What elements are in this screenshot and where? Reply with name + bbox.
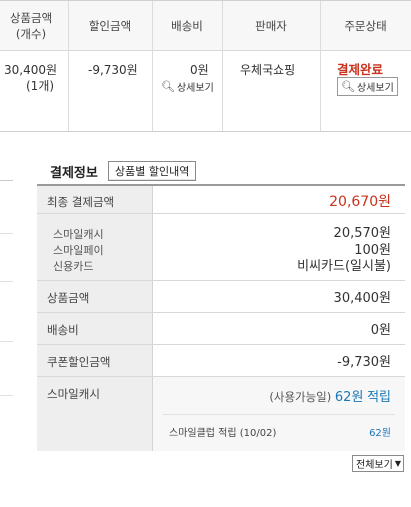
method-value: 비씨카드(일시불)	[297, 259, 391, 274]
header-product-amount: 상품금액 (개수)	[0, 1, 68, 51]
row-divider	[37, 344, 405, 345]
discount-detail-button[interactable]: 상품별 할인내역	[108, 161, 197, 181]
divider	[0, 233, 13, 234]
shipping-value: 0원	[370, 323, 391, 338]
product-amount-label: 상품금액	[47, 291, 90, 305]
row-divider	[37, 213, 405, 214]
smile-club-value: 62원	[369, 428, 391, 439]
final-amount-value: 20,670원	[329, 194, 391, 210]
row-divider	[37, 312, 405, 313]
product-amount: 30,400원	[4, 63, 58, 77]
club-divider	[163, 414, 395, 415]
discount-amount: -9,730원	[88, 63, 138, 77]
shipping-detail-link[interactable]: 🔍︎ 상세보기	[161, 79, 214, 94]
smile-cash-label: 스마일캐시	[47, 387, 100, 401]
header-product-qty-label: (개수)	[15, 27, 47, 41]
divider	[0, 341, 13, 342]
row-divider	[37, 376, 405, 377]
method-label: 신용카드	[53, 260, 94, 273]
coupon-discount-label: 쿠폰할인금액	[47, 355, 111, 369]
magnifier-icon: 🔍︎	[341, 80, 355, 93]
shipping-detail-label: 상세보기	[176, 83, 214, 94]
product-amount-value: 30,400원	[333, 291, 391, 306]
payment-table: 최종 결제금액 20,670원 스마일캐시 20,570원 스마일페이 100원…	[37, 184, 405, 451]
row-divider	[37, 280, 405, 281]
final-amount-label: 최종 결제금액	[47, 195, 115, 209]
shipping-amount: 0원	[190, 63, 209, 77]
shipping-label: 배송비	[47, 323, 79, 337]
divider	[0, 281, 13, 282]
header-discount: 할인금액	[88, 19, 132, 33]
status-detail-label: 상세보기	[356, 83, 394, 94]
divider	[0, 395, 13, 396]
header-product-amount-label: 상품금액	[9, 11, 53, 25]
left-panel-fragment	[0, 180, 13, 410]
smile-cash-amount: 62원	[334, 390, 364, 405]
header-status: 주문상태	[344, 19, 387, 33]
chevron-down-icon: ▼	[394, 459, 401, 468]
view-all-select-value: 전체보기	[356, 460, 393, 471]
product-qty: (1개)	[26, 79, 55, 93]
payment-info-title: 결제정보	[50, 166, 98, 181]
coupon-discount-value: -9,730원	[337, 355, 391, 370]
seller-name: 우체국쇼핑	[240, 63, 296, 77]
status-detail-button[interactable]: 🔍︎ 상세보기	[337, 77, 398, 96]
order-table: 상품금액 (개수) 할인금액 배송비 판매자 주문상태 30,400원 (1개)…	[0, 0, 411, 132]
method-label: 스마일페이	[53, 244, 104, 257]
magnifier-icon: 🔍︎	[161, 80, 175, 93]
smile-club-label: 스마일클럽 적립 (10/02)	[169, 428, 277, 439]
view-all-select[interactable]: 전체보기 ▼	[352, 455, 404, 472]
order-status: 결제완료	[337, 62, 384, 77]
header-shipping: 배송비	[171, 19, 203, 33]
method-label: 스마일캐시	[53, 228, 104, 241]
smile-cash-note: (사용가능일) 62원 적립	[269, 386, 391, 405]
header-seller: 판매자	[255, 19, 287, 33]
smile-cash-suffix: 적립	[367, 390, 391, 405]
smile-cash-note-prefix: (사용가능일)	[269, 390, 332, 404]
